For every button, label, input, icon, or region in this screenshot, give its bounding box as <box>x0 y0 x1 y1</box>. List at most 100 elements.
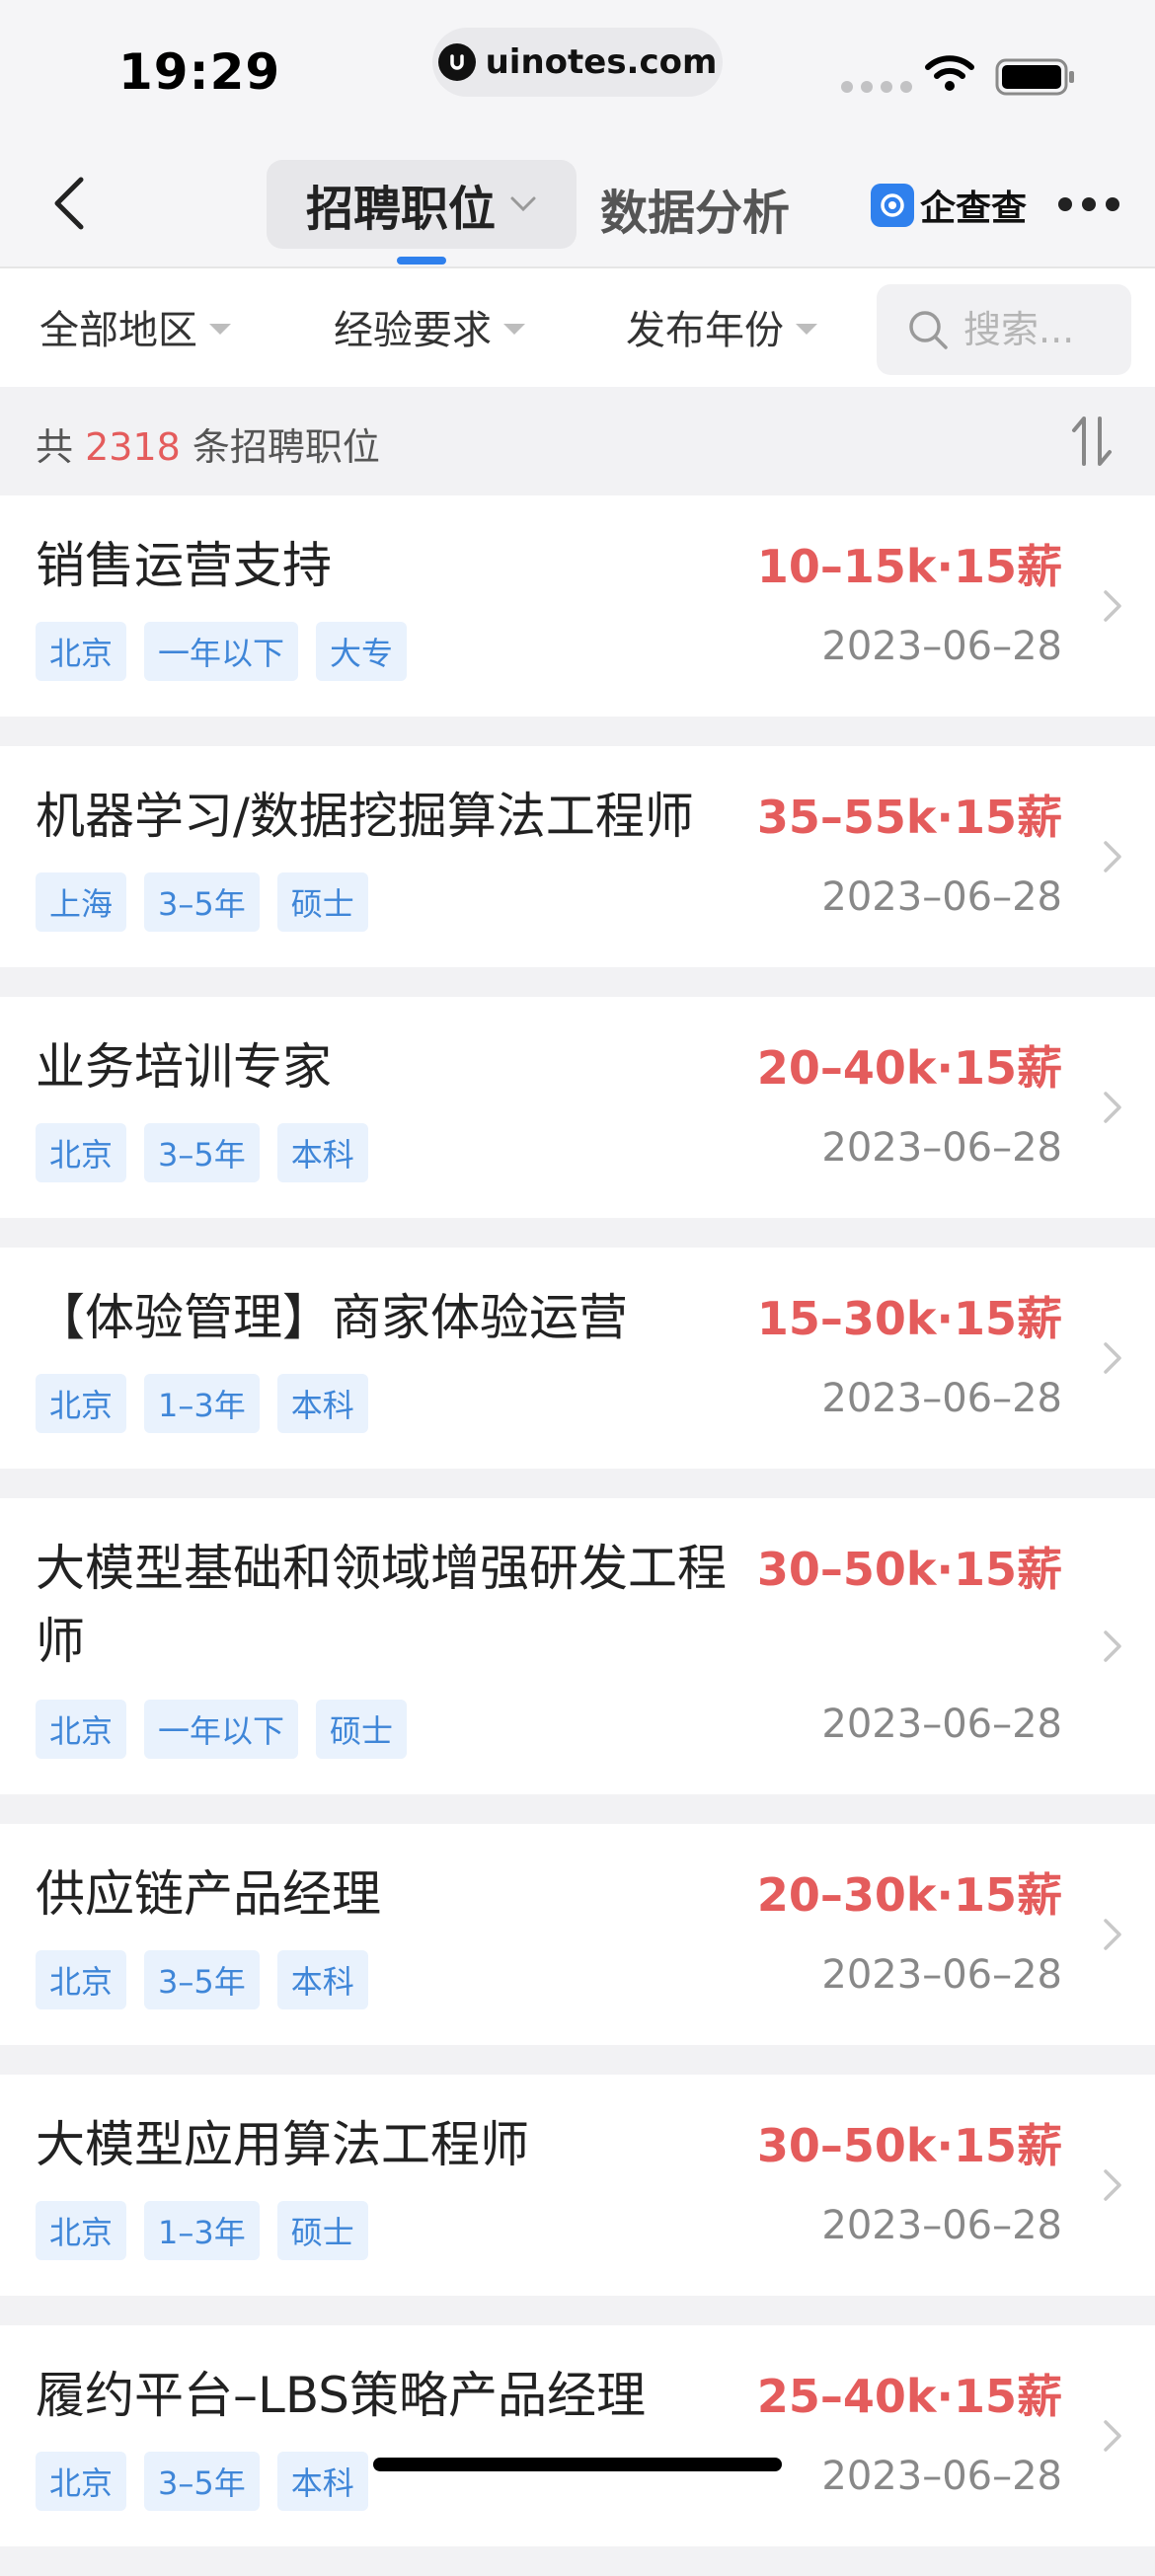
job-tags: 北京 一年以下 硕士 <box>36 1700 408 1759</box>
tag-education: 本科 <box>276 2452 368 2511</box>
filter-region[interactable]: 全部地区 <box>39 298 231 355</box>
job-list: 销售运营支持 10–15k·15薪 北京 一年以下 大专 2023–06–28 … <box>0 495 1155 2576</box>
job-tags: 北京 3–5年 本科 <box>36 1950 368 2009</box>
job-salary: 20–40k·15薪 <box>756 1041 1062 1095</box>
job-card[interactable]: 【体验管理】商家体验运营 15–30k·15薪 北京 1–3年 本科 2023–… <box>0 1248 1155 1498</box>
sort-button[interactable] <box>1070 415 1114 472</box>
sort-icon <box>1072 417 1112 466</box>
brand-label: 企查查 <box>920 189 1028 229</box>
caret-down-icon <box>503 323 525 335</box>
signal-icon <box>841 81 912 93</box>
job-card[interactable]: 履约平台–LBS策略产品经理 25–40k·15薪 北京 3–5年 本科 202… <box>0 2325 1155 2576</box>
search-box[interactable] <box>877 284 1131 375</box>
job-tags: 北京 1–3年 本科 <box>36 1374 368 1433</box>
tag-experience: 3–5年 <box>144 1123 260 1182</box>
job-title: 大模型基础和领域增强研发工程师 <box>36 1540 727 1670</box>
tag-education: 本科 <box>276 1950 368 2009</box>
job-date: 2023–06–28 <box>821 1702 1062 1747</box>
chevron-left-icon <box>54 177 84 230</box>
tag-experience: 1–3年 <box>144 2201 260 2260</box>
status-bar: 19:29 uinotes.com <box>0 0 1155 138</box>
chevron-down-icon <box>510 196 536 212</box>
tag-location: 上海 <box>36 872 127 932</box>
chevron-right-icon <box>1104 590 1121 622</box>
tag-location: 北京 <box>36 2452 127 2511</box>
tag-location: 北京 <box>36 1700 127 1759</box>
job-tags: 北京 一年以下 大专 <box>36 622 408 681</box>
tag-experience: 1–3年 <box>144 1374 260 1433</box>
job-salary: 25–40k·15薪 <box>756 2370 1062 2423</box>
tag-location: 北京 <box>36 1950 127 2009</box>
job-card[interactable]: 大模型应用算法工程师 30–50k·15薪 北京 1–3年 硕士 2023–06… <box>0 2075 1155 2325</box>
filter-year-label: 发布年份 <box>626 308 784 353</box>
job-title: 机器学习/数据挖掘算法工程师 <box>36 788 694 845</box>
chevron-right-icon <box>1104 1092 1121 1123</box>
count-suffix: 条招聘职位 <box>192 425 380 469</box>
job-date: 2023–06–28 <box>821 1125 1062 1171</box>
result-count-bar: 共 2318 条招聘职位 <box>0 387 1155 495</box>
job-card[interactable]: 供应链产品经理 20–30k·15薪 北京 3–5年 本科 2023–06–28 <box>0 1824 1155 2075</box>
back-button[interactable] <box>39 174 99 233</box>
tag-education: 本科 <box>276 1123 368 1182</box>
tag-education: 硕士 <box>276 872 368 932</box>
tag-education: 大专 <box>316 622 408 681</box>
job-card[interactable]: 销售运营支持 10–15k·15薪 北京 一年以下 大专 2023–06–28 <box>0 495 1155 746</box>
tag-education: 硕士 <box>316 1700 408 1759</box>
tab-data-analysis[interactable]: 数据分析 <box>600 174 790 243</box>
job-date: 2023–06–28 <box>821 624 1062 669</box>
site-icon <box>437 43 476 81</box>
job-title: 【体验管理】商家体验运营 <box>36 1289 628 1346</box>
tag-experience: 一年以下 <box>144 622 299 681</box>
url-pill[interactable]: uinotes.com <box>432 28 723 97</box>
filter-year[interactable]: 发布年份 <box>626 298 817 355</box>
result-count: 共 2318 条招聘职位 <box>36 417 380 471</box>
status-time: 19:29 <box>118 43 281 101</box>
count-number: 2318 <box>85 425 181 469</box>
filter-bar: 全部地区 经验要求 发布年份 <box>0 268 1155 387</box>
job-date: 2023–06–28 <box>821 2454 1062 2499</box>
job-card[interactable]: 大模型基础和领域增强研发工程师 30–50k·15薪 北京 一年以下 硕士 20… <box>0 1498 1155 1824</box>
qichacha-icon <box>871 184 914 227</box>
wifi-icon <box>924 53 975 97</box>
tag-education: 本科 <box>276 1374 368 1433</box>
nav-bar: 招聘职位 数据分析 企查查 <box>0 138 1155 268</box>
chevron-right-icon <box>1104 2169 1121 2201</box>
url-text: uinotes.com <box>485 42 718 82</box>
tag-education: 硕士 <box>276 2201 368 2260</box>
tab-job-positions[interactable]: 招聘职位 <box>267 160 577 249</box>
job-title: 大模型应用算法工程师 <box>36 2116 529 2173</box>
filter-region-label: 全部地区 <box>39 308 197 353</box>
caret-down-icon <box>796 323 817 335</box>
job-tags: 北京 1–3年 硕士 <box>36 2201 368 2260</box>
tag-location: 北京 <box>36 1374 127 1433</box>
job-tags: 北京 3–5年 本科 <box>36 1123 368 1182</box>
battery-icon <box>995 57 1076 101</box>
job-date: 2023–06–28 <box>821 2203 1062 2248</box>
caret-down-icon <box>209 323 231 335</box>
tag-experience: 3–5年 <box>144 872 260 932</box>
tab-underline <box>397 257 446 265</box>
filter-experience[interactable]: 经验要求 <box>334 298 525 355</box>
job-date: 2023–06–28 <box>821 1952 1062 1998</box>
tag-experience: 3–5年 <box>144 2452 260 2511</box>
job-salary: 15–30k·15薪 <box>756 1292 1062 1345</box>
job-salary: 35–55k·15薪 <box>756 791 1062 844</box>
job-salary: 30–50k·15薪 <box>756 2119 1062 2172</box>
job-salary: 10–15k·15薪 <box>756 540 1062 593</box>
job-card[interactable]: 业务培训专家 20–40k·15薪 北京 3–5年 本科 2023–06–28 <box>0 997 1155 1248</box>
tag-location: 北京 <box>36 2201 127 2260</box>
more-button[interactable] <box>1058 197 1119 211</box>
chevron-right-icon <box>1104 1630 1121 1662</box>
tag-location: 北京 <box>36 622 127 681</box>
job-title: 销售运营支持 <box>36 537 332 594</box>
job-date: 2023–06–28 <box>821 1376 1062 1421</box>
chevron-right-icon <box>1104 2420 1121 2452</box>
search-icon <box>909 311 948 349</box>
job-card[interactable]: 机器学习/数据挖掘算法工程师 35–55k·15薪 上海 3–5年 硕士 202… <box>0 746 1155 997</box>
search-input[interactable] <box>963 308 1121 351</box>
brand-logo[interactable]: 企查查 <box>871 180 1027 231</box>
chevron-right-icon <box>1104 1919 1121 1950</box>
home-indicator[interactable] <box>373 2458 782 2471</box>
chevron-right-icon <box>1104 841 1121 872</box>
job-salary: 30–50k·15薪 <box>756 1543 1062 1596</box>
